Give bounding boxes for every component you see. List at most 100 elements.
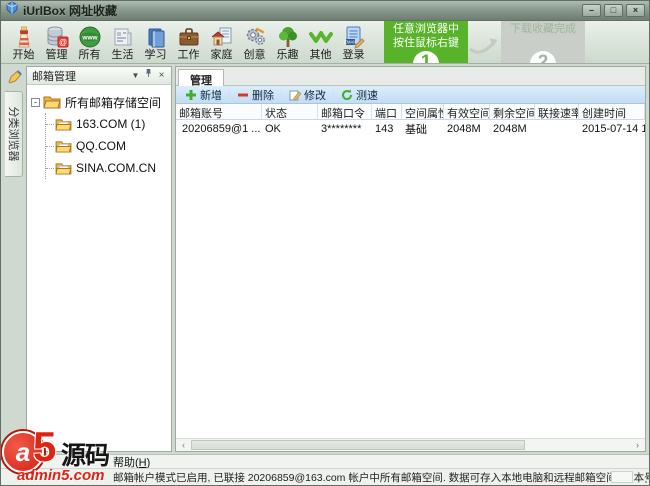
category-pencil-icon — [7, 69, 22, 89]
table-empty-area — [176, 138, 645, 438]
panel-title: 邮箱管理 — [32, 70, 76, 83]
delete-button[interactable]: 删除 — [230, 87, 282, 102]
cell-status: OK — [265, 123, 281, 135]
ribbon-item-work[interactable]: 工作 — [172, 21, 205, 63]
tree-item-163com[interactable]: 163.COM (1) — [46, 113, 169, 135]
panel-dropdown-icon[interactable]: ▼ — [129, 69, 142, 83]
ribbon-item-start[interactable]: 开始 — [7, 21, 40, 63]
left-dock-strip: 分类浏览器 — [4, 66, 24, 452]
cell-created: 2015-07-14 1 ... — [582, 123, 645, 135]
ribbon-label: 登录 — [342, 49, 365, 61]
table-header-row: 邮箱账号 状态 邮箱口令 端口 空间属性 有效空间 剩余空间 联接速率 创建时间 — [176, 104, 645, 120]
minimize-button[interactable]: – — [582, 4, 601, 17]
panel-close-icon[interactable]: × — [155, 69, 168, 83]
add-button[interactable]: 新增 — [178, 87, 230, 102]
collapse-expander-icon[interactable]: - — [31, 97, 40, 107]
ribbon-label: 家庭 — [210, 49, 233, 61]
tree-item-qqcom[interactable]: QQ.COM — [46, 135, 169, 157]
svg-text:EMAIL: EMAIL — [344, 40, 357, 45]
close-button[interactable]: × — [626, 4, 645, 17]
window-title: iUrlBox 网址收藏 — [23, 4, 118, 18]
tree-label: 163.COM (1) — [76, 117, 146, 131]
cell-space-type: 基础 — [405, 124, 427, 136]
ribbon-label: 学习 — [144, 49, 167, 61]
ribbon-label: 所有 — [78, 49, 101, 61]
app-window: iUrlBox 网址收藏 – □ × 开始 @ 管理 www 所有 生活 学习 … — [0, 0, 650, 486]
column-header-port[interactable]: 端口 — [372, 104, 402, 119]
books-icon — [148, 28, 164, 48]
cell-port: 143 — [375, 123, 394, 135]
tree-icon — [278, 27, 297, 47]
ribbon-label: 生活 — [111, 49, 134, 61]
green-w-icon — [308, 31, 333, 43]
edit-icon — [289, 90, 301, 100]
column-header-status[interactable]: 状态 — [262, 104, 318, 119]
column-header-password[interactable]: 邮箱口令 — [318, 104, 372, 119]
column-header-space-type[interactable]: 空间属性 — [402, 104, 444, 119]
content-area: 分类浏览器 邮箱管理 ▼ × - 所有邮箱存储空间 163.COM (1) QQ… — [1, 64, 649, 454]
column-header-link-speed[interactable]: 联接速率 — [535, 104, 579, 119]
ribbon-item-family[interactable]: 家庭 — [205, 21, 238, 63]
titlebar: iUrlBox 网址收藏 – □ × — [1, 1, 649, 21]
ribbon-label: 创意 — [243, 49, 266, 61]
panel-pin-icon[interactable] — [142, 68, 155, 83]
column-header-created[interactable]: 创建时间 — [579, 104, 645, 119]
lighthouse-icon — [17, 26, 30, 48]
step-2-number: 2 — [530, 51, 556, 63]
cell-free-space: 2048M — [493, 123, 527, 135]
a5-watermark-logo: a 5 源码 admin5.com — [1, 423, 115, 485]
ribbon-label: 开始 — [12, 49, 35, 61]
ribbon-item-life[interactable]: 生活 — [106, 21, 139, 63]
main-panel: 管理 新增 删除 修改 测速 邮箱账号 状态 邮箱口令 端口 空间属 有效空间 … — [175, 66, 646, 452]
ribbon-label: 管理 — [45, 49, 68, 61]
horizontal-scrollbar[interactable]: ‹ › — [176, 438, 645, 451]
ribbon-label: 乐趣 — [276, 49, 299, 61]
resize-grip[interactable] — [645, 481, 647, 483]
maximize-button[interactable]: □ — [604, 4, 623, 17]
table-row[interactable]: 20206859@1 ... OK 3******** 143 基础 2048M… — [176, 120, 645, 138]
mail-folder-icon — [55, 140, 72, 153]
tree-label: SINA.COM.CN — [76, 161, 157, 175]
mail-folder-icon — [55, 162, 72, 175]
column-header-valid-space[interactable]: 有效空间 — [444, 104, 490, 119]
gears-icon — [246, 27, 265, 45]
ribbon-item-fun[interactable]: 乐趣 — [271, 21, 304, 63]
ribbon-item-login[interactable]: EMAIL 登录 — [337, 21, 370, 63]
tree-label: 所有邮箱存储空间 — [65, 95, 162, 110]
mailbox-tree: - 所有邮箱存储空间 163.COM (1) QQ.COM SINA.COM.C… — [27, 85, 171, 451]
ribbon-item-all[interactable]: www 所有 — [73, 21, 106, 63]
ribbon-item-idea[interactable]: 创意 — [238, 21, 271, 63]
scrollbar-track[interactable] — [191, 439, 630, 451]
ribbon-toolbar: 开始 @ 管理 www 所有 生活 学习 工作 家庭 创意 乐趣 其他 EMAI… — [1, 21, 649, 64]
tree-item-sinacomcn[interactable]: SINA.COM.CN — [46, 157, 169, 179]
a5-logo-site: admin5.com — [17, 467, 105, 484]
step-1-hint: 任意浏览器中 按住鼠标右键 1 — [384, 21, 468, 63]
column-header-account[interactable]: 邮箱账号 — [176, 104, 262, 119]
cell-valid-space: 2048M — [447, 123, 481, 135]
ribbon-item-manage[interactable]: @ 管理 — [40, 21, 73, 63]
curved-arrow-icon — [469, 38, 498, 54]
column-header-free-space[interactable]: 剩余空间 — [490, 104, 535, 119]
a5-logo-five: 5 — [33, 423, 57, 470]
ribbon-label: 其他 — [309, 49, 332, 61]
step-1-number: 1 — [413, 51, 439, 63]
modify-button[interactable]: 修改 — [282, 87, 334, 102]
panel-header: 邮箱管理 ▼ × — [27, 67, 171, 85]
tree-root-all-mail-space[interactable]: - 所有邮箱存储空间 — [31, 91, 169, 113]
main-tabstrip: 管理 — [176, 67, 645, 91]
svg-text:www: www — [81, 35, 98, 42]
vertical-tab-category-browser[interactable]: 分类浏览器 — [5, 91, 23, 177]
tree-label: QQ.COM — [76, 139, 126, 153]
table-toolbar: 新增 删除 修改 测速 — [176, 86, 645, 104]
speed-test-button[interactable]: 测速 — [334, 87, 385, 102]
ribbon-item-other[interactable]: 其他 — [304, 21, 337, 63]
scroll-left-arrow-icon[interactable]: ‹ — [176, 439, 191, 451]
scrollbar-thumb[interactable] — [191, 440, 525, 450]
cell-password: 3******** — [321, 123, 362, 135]
scroll-right-arrow-icon[interactable]: › — [630, 439, 645, 451]
ribbon-item-study[interactable]: 学习 — [139, 21, 172, 63]
svg-text:@: @ — [58, 38, 66, 47]
open-folder-icon — [43, 96, 61, 109]
status-pane — [611, 471, 633, 483]
app-icon — [5, 1, 19, 20]
